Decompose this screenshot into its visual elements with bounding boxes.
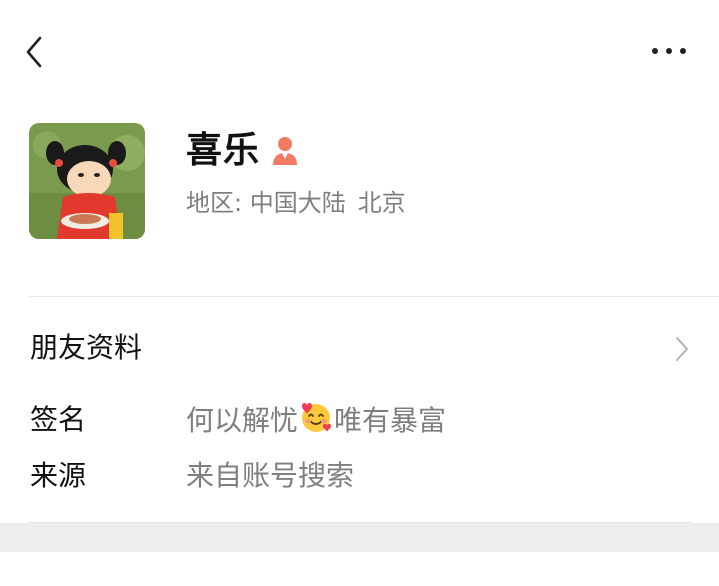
bottom-area — [0, 552, 719, 586]
divider — [29, 296, 719, 297]
avatar[interactable] — [29, 123, 145, 239]
profile-name: 喜乐 — [186, 130, 261, 171]
top-bar — [0, 0, 719, 100]
region-country: 中国大陆 — [249, 189, 346, 217]
more-dots-icon — [652, 48, 686, 54]
signature-label: 签名 — [30, 403, 87, 436]
region-text: 地区: 中国大陆 北京 — [186, 186, 406, 220]
more-button[interactable] — [648, 40, 690, 62]
signature-value: 何以解忧 唯有暴富 — [186, 400, 446, 441]
chevron-right-icon — [676, 337, 688, 361]
chevron-left-icon — [26, 36, 42, 68]
friend-info-label: 朋友资料 — [30, 331, 143, 364]
female-icon — [270, 135, 300, 167]
section-gap — [0, 523, 719, 552]
smiling-face-with-hearts-icon — [302, 403, 332, 432]
back-button[interactable] — [18, 32, 54, 72]
avatar-image — [29, 123, 145, 239]
region-city: 北京 — [357, 189, 406, 217]
source-value: 来自账号搜索 — [186, 459, 355, 492]
friend-info-row[interactable]: 朋友资料 — [0, 314, 719, 384]
region-label: 地区: — [186, 189, 243, 217]
source-label: 来源 — [30, 459, 87, 492]
signature-text-after: 唯有暴富 — [334, 404, 447, 437]
signature-text-before: 何以解忧 — [186, 404, 299, 437]
